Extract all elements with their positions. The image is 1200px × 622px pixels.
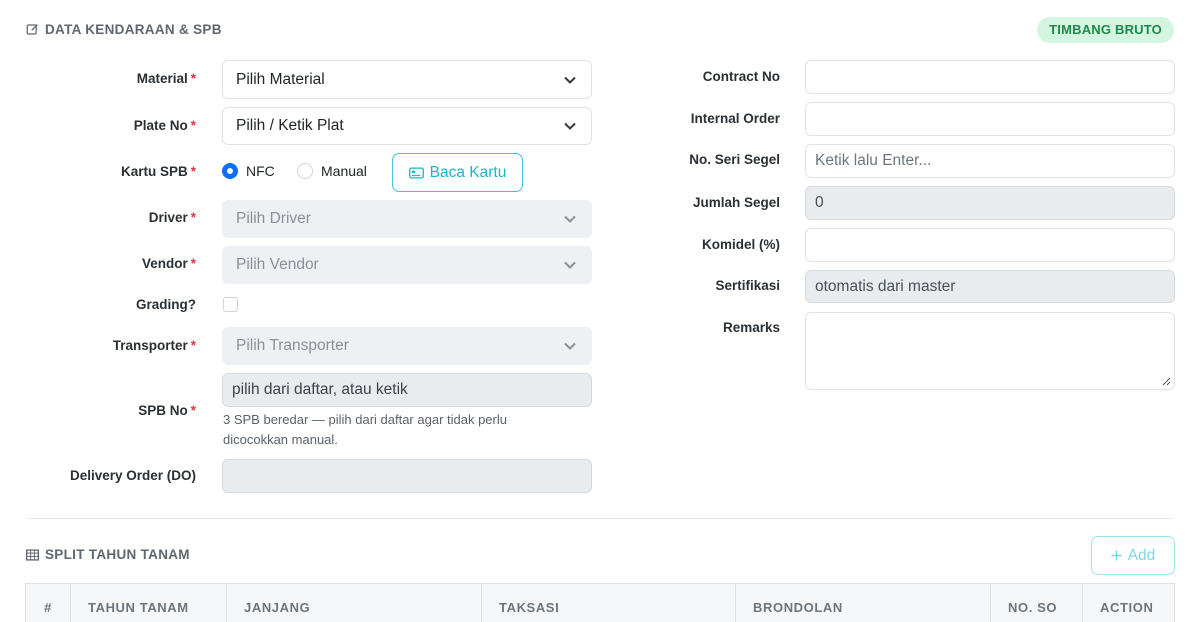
- section-title-split-tahun-tanam: SPLIT TAHUN TANAM: [26, 547, 190, 562]
- column-header: TAKSASI: [482, 584, 736, 622]
- add-button-label: Add: [1127, 546, 1156, 564]
- radio-manual-label: Manual: [321, 163, 367, 179]
- no-seri-segel-input[interactable]: Ketik lalu Enter...: [805, 144, 1175, 178]
- driver-select[interactable]: Pilih Driver: [222, 200, 592, 238]
- chevron-down-icon: [564, 342, 576, 350]
- spb-no-label: SPB No *: [138, 403, 196, 418]
- card-icon: [408, 166, 424, 179]
- internal-order-input[interactable]: [805, 102, 1175, 136]
- baca-kartu-button[interactable]: Baca Kartu: [392, 153, 523, 192]
- driver-select-value: Pilih Driver: [236, 210, 311, 227]
- radio-nfc-dot[interactable]: [222, 163, 238, 179]
- spb-no-input[interactable]: pilih dari daftar, atau ketik: [222, 373, 592, 407]
- no-seri-segel-placeholder: Ketik lalu Enter...: [815, 152, 932, 169]
- column-header: ACTION: [1100, 600, 1154, 615]
- no-seri-segel-label: No. Seri Segel: [689, 152, 780, 167]
- section-title-text: SPLIT TAHUN TANAM: [45, 547, 190, 562]
- contract-no-label: Contract No: [702, 69, 780, 84]
- jumlah-segel-value: 0: [815, 194, 824, 211]
- section-title-data-kendaraan: DATA KENDARAAN & SPB: [26, 22, 222, 37]
- vendor-select-value: Pilih Vendor: [236, 256, 319, 273]
- section-title-text: DATA KENDARAAN & SPB: [45, 22, 222, 37]
- status-badge: TIMBANG BRUTO: [1037, 17, 1174, 43]
- vendor-select[interactable]: Pilih Vendor: [222, 246, 592, 284]
- transporter-select-value: Pilih Transporter: [236, 337, 349, 354]
- remarks-textarea[interactable]: [805, 312, 1175, 390]
- add-button[interactable]: Add: [1091, 536, 1175, 575]
- column-header: BRONDOLAN: [736, 584, 991, 622]
- radio-nfc-label: NFC: [246, 163, 275, 179]
- radio-nfc[interactable]: NFC: [222, 163, 275, 179]
- resize-handle-icon[interactable]: [1162, 377, 1171, 386]
- split-table-header: # TAHUN TANAM JANJANG TAKSASI BRONDOLAN …: [25, 583, 1175, 622]
- komidel-input[interactable]: [805, 228, 1175, 262]
- section-divider: [26, 518, 1174, 519]
- sertifikasi-label: Sertifikasi: [715, 278, 780, 293]
- radio-manual[interactable]: Manual: [297, 163, 367, 179]
- remarks-label: Remarks: [722, 320, 780, 335]
- jumlah-segel-input: 0: [805, 186, 1175, 220]
- plus-icon: [1111, 550, 1122, 561]
- spb-no-placeholder: pilih dari daftar, atau ketik: [232, 381, 408, 398]
- column-header: #: [26, 584, 71, 622]
- delivery-order-label: Delivery Order (DO): [69, 468, 196, 483]
- radio-manual-dot[interactable]: [297, 163, 313, 179]
- grading-checkbox[interactable]: [223, 297, 238, 312]
- edit-icon: [26, 24, 38, 35]
- chevron-down-icon: [564, 261, 576, 269]
- driver-label: Driver *: [148, 210, 196, 225]
- sertifikasi-value: otomatis dari master: [815, 277, 956, 295]
- column-header: NO. SO: [991, 584, 1083, 622]
- plate-label: Plate No *: [133, 118, 196, 133]
- grading-label: Grading?: [136, 297, 196, 312]
- transporter-label: Transporter *: [112, 338, 196, 353]
- delivery-order-input[interactable]: [222, 459, 592, 493]
- sertifikasi-input: otomatis dari master: [805, 270, 1175, 303]
- transporter-select[interactable]: Pilih Transporter: [222, 327, 592, 365]
- vendor-label: Vendor *: [141, 256, 196, 271]
- contract-no-input[interactable]: [805, 60, 1175, 94]
- spb-help-text: 3 SPB beredar — pilih dari daftar agar t…: [223, 412, 507, 447]
- table-icon: [26, 548, 39, 561]
- internal-order-label: Internal Order: [690, 111, 780, 126]
- baca-kartu-label: Baca Kartu: [429, 163, 507, 181]
- kartu-spb-label: Kartu SPB *: [120, 164, 196, 179]
- chevron-down-icon: [564, 215, 576, 223]
- jumlah-segel-label: Jumlah Segel: [692, 195, 780, 210]
- chevron-down-icon: [564, 122, 576, 130]
- column-header: JANJANG: [227, 584, 482, 622]
- plate-select[interactable]: Pilih / Ketik Plat: [222, 107, 592, 145]
- material-select[interactable]: Pilih Material: [222, 60, 592, 99]
- material-label: Material *: [136, 71, 196, 86]
- plate-select-value: Pilih / Ketik Plat: [236, 117, 344, 134]
- column-header: TAHUN TANAM: [71, 584, 227, 622]
- chevron-down-icon: [564, 76, 576, 84]
- komidel-label: Komidel (%): [701, 237, 780, 252]
- material-select-value: Pilih Material: [236, 70, 325, 88]
